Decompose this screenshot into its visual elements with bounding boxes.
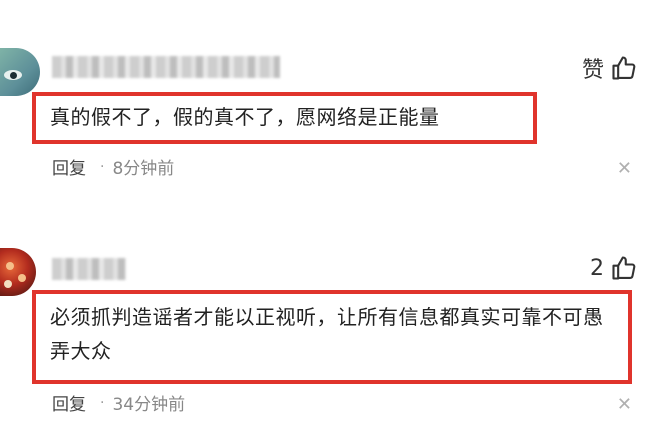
close-icon[interactable]: ✕	[617, 158, 632, 179]
like-label: 赞	[581, 58, 604, 83]
meta-separator: ·	[100, 158, 105, 175]
user-avatar[interactable]	[0, 48, 40, 96]
reply-button[interactable]: 回复	[52, 390, 86, 415]
thumbs-up-icon	[612, 56, 636, 80]
username-blurred[interactable]	[52, 56, 280, 78]
comment-item: 2 必须抓判造谣者才能以正视听，让所有信息都真实可靠不可愚弄大众 回复 · 34…	[0, 248, 660, 430]
comment-text: 必须抓判造谣者才能以正视听，让所有信息都真实可靠不可愚弄大众	[50, 305, 604, 363]
comment-text: 真的假不了，假的真不了，愿网络是正能量	[50, 105, 440, 129]
meta-separator: ·	[100, 394, 105, 411]
comment-text-box: 必须抓判造谣者才能以正视听，让所有信息都真实可靠不可愚弄大众	[32, 290, 632, 384]
username-blurred[interactable]	[52, 258, 126, 280]
thumbs-up-icon	[612, 256, 636, 280]
user-avatar[interactable]	[0, 248, 36, 296]
like-count: 2	[590, 255, 604, 281]
like-button[interactable]: 赞	[582, 52, 638, 84]
close-icon[interactable]: ✕	[617, 394, 632, 415]
comment-meta: 回复 · 34分钟前	[52, 390, 186, 416]
comment-text-box: 真的假不了，假的真不了，愿网络是正能量	[32, 92, 537, 144]
comment-time: 8分钟前	[112, 159, 175, 179]
reply-button[interactable]: 回复	[52, 154, 86, 179]
like-button[interactable]: 2	[590, 254, 638, 282]
comment-item: 赞 真的假不了，假的真不了，愿网络是正能量 回复 · 8分钟前 ✕	[0, 48, 660, 198]
comment-meta: 回复 · 8分钟前	[52, 154, 175, 180]
comment-time: 34分钟前	[112, 395, 186, 415]
